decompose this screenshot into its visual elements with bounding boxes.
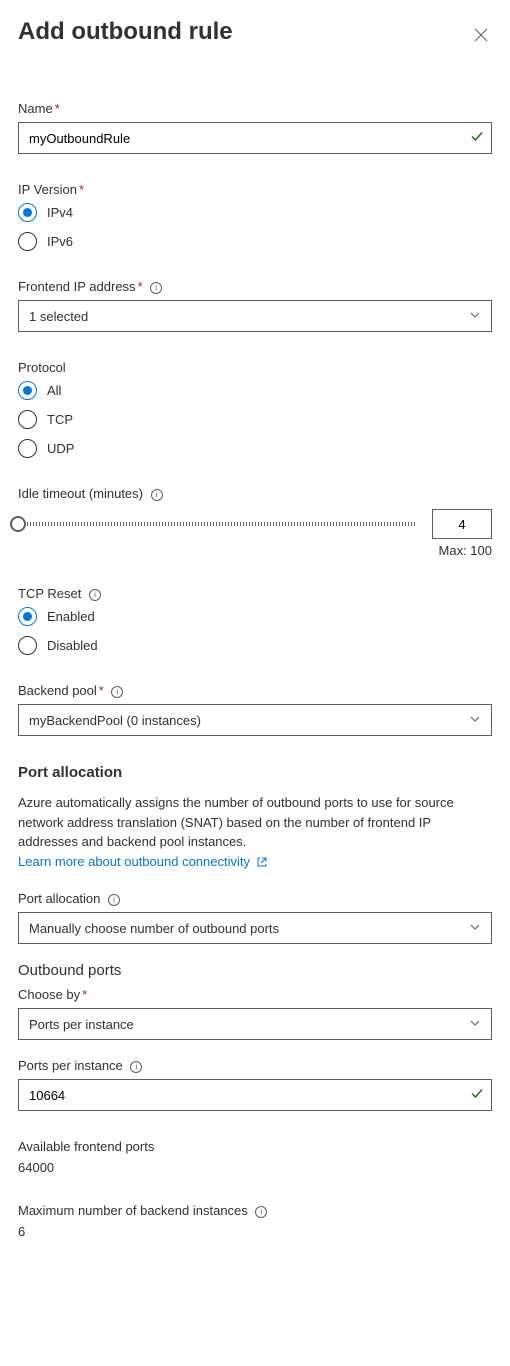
frontend-ip-select[interactable]: 1 selected: [18, 300, 492, 332]
info-icon[interactable]: i: [108, 894, 120, 906]
info-icon[interactable]: i: [89, 589, 101, 601]
available-ports-label: Available frontend ports: [18, 1139, 492, 1154]
close-button[interactable]: [470, 24, 492, 51]
idle-timeout-value[interactable]: [432, 509, 492, 539]
ip-version-label: IP Version*: [18, 182, 492, 197]
close-icon: [474, 28, 488, 42]
chevron-down-icon: [469, 713, 481, 728]
protocol-label: Protocol: [18, 360, 492, 375]
radio-ipv6[interactable]: IPv6: [18, 232, 492, 251]
chevron-down-icon: [469, 921, 481, 936]
choose-by-label: Choose by*: [18, 987, 492, 1002]
max-backend-label: Maximum number of backend instances i: [18, 1203, 492, 1218]
backend-pool-select[interactable]: myBackendPool (0 instances): [18, 704, 492, 736]
radio-icon: [18, 636, 37, 655]
available-ports-value: 64000: [18, 1160, 492, 1175]
idle-timeout-slider[interactable]: [18, 522, 416, 526]
radio-icon: [18, 410, 37, 429]
radio-protocol-udp[interactable]: UDP: [18, 439, 492, 458]
chevron-down-icon: [469, 309, 481, 324]
max-backend-value: 6: [18, 1224, 492, 1239]
port-allocation-title: Port allocation: [18, 764, 492, 781]
radio-ipv4[interactable]: IPv4: [18, 203, 492, 222]
port-allocation-description: Azure automatically assigns the number o…: [18, 793, 492, 873]
port-allocation-label: Port allocation i: [18, 891, 492, 906]
backend-pool-label: Backend pool* i: [18, 683, 492, 698]
radio-icon: [18, 232, 37, 251]
choose-by-select[interactable]: Ports per instance: [18, 1008, 492, 1040]
radio-protocol-all[interactable]: All: [18, 381, 492, 400]
tcp-reset-label: TCP Reset i: [18, 586, 492, 601]
ports-per-instance-input[interactable]: [18, 1079, 492, 1111]
external-link-icon: [256, 854, 268, 874]
name-label: Name*: [18, 101, 492, 116]
info-icon[interactable]: i: [150, 282, 162, 294]
outbound-ports-title: Outbound ports: [18, 962, 492, 979]
frontend-ip-label: Frontend IP address* i: [18, 279, 492, 294]
idle-timeout-max: Max: 100: [18, 543, 492, 558]
ports-per-instance-label: Ports per instance i: [18, 1058, 492, 1073]
radio-icon: [18, 203, 37, 222]
port-allocation-select[interactable]: Manually choose number of outbound ports: [18, 912, 492, 944]
radio-tcp-enabled[interactable]: Enabled: [18, 607, 492, 626]
learn-more-link[interactable]: Learn more about outbound connectivity: [18, 854, 268, 869]
chevron-down-icon: [469, 1017, 481, 1032]
radio-icon: [18, 607, 37, 626]
idle-timeout-label: Idle timeout (minutes) i: [18, 486, 492, 501]
radio-tcp-disabled[interactable]: Disabled: [18, 636, 492, 655]
page-title: Add outbound rule: [18, 18, 233, 46]
radio-protocol-tcp[interactable]: TCP: [18, 410, 492, 429]
name-input[interactable]: [18, 122, 492, 154]
radio-icon: [18, 381, 37, 400]
radio-icon: [18, 439, 37, 458]
info-icon[interactable]: i: [255, 1206, 267, 1218]
info-icon[interactable]: i: [111, 686, 123, 698]
info-icon[interactable]: i: [130, 1061, 142, 1073]
slider-thumb[interactable]: [10, 516, 26, 532]
info-icon[interactable]: i: [151, 489, 163, 501]
